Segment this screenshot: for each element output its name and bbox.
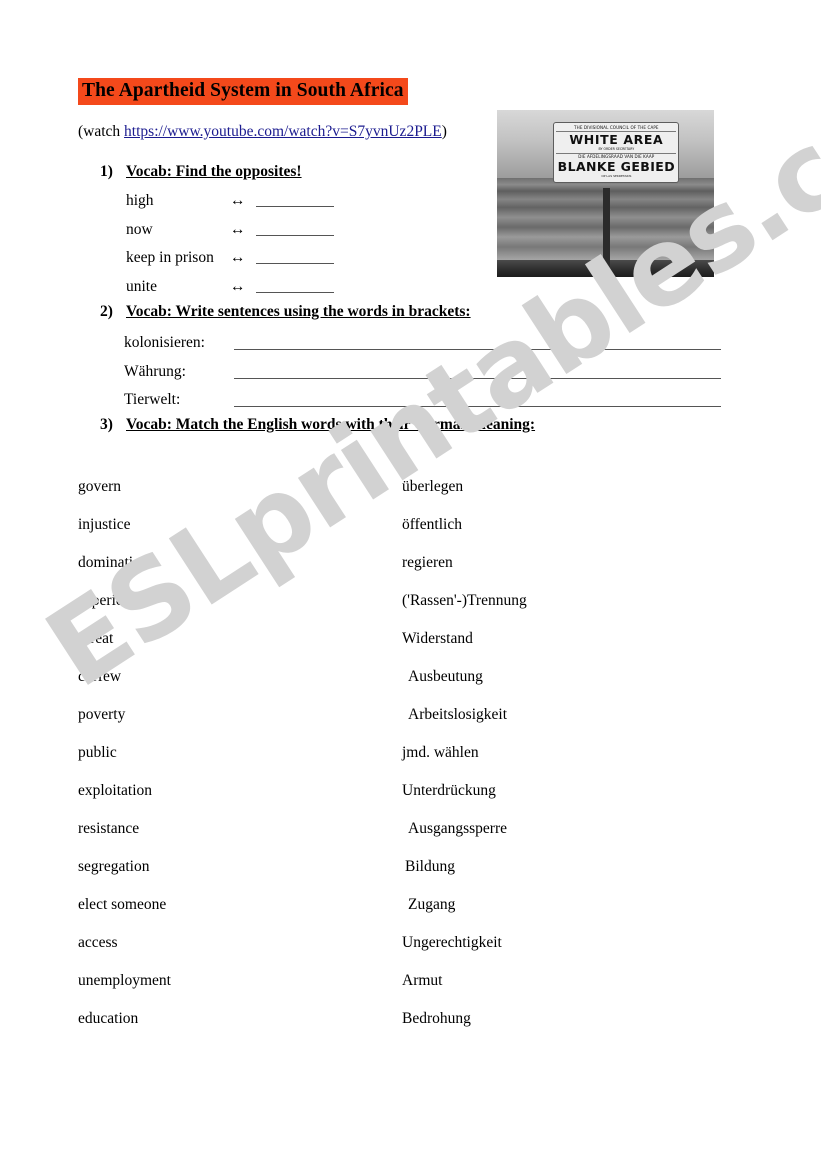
sentence-blank-input[interactable] <box>234 360 721 379</box>
match-english-word[interactable]: poverty <box>78 707 125 723</box>
match-german-word[interactable]: Ausbeutung <box>408 669 483 685</box>
match-english-word[interactable]: public <box>78 745 117 761</box>
sign-line-2: WHITE AREA <box>569 132 664 148</box>
match-german-word[interactable]: Armut <box>402 973 442 989</box>
match-german-word[interactable]: Ungerechtigkeit <box>402 935 502 951</box>
match-english-word[interactable]: unemployment <box>78 973 171 989</box>
sentence-label: kolonisieren: <box>124 334 205 351</box>
match-english-word[interactable]: education <box>78 1011 138 1027</box>
sentence-label: Tierwelt: <box>124 391 181 408</box>
exercise-3-heading: 3) Vocab: Match the English words with th… <box>100 416 535 434</box>
sign-line-4-sub: OP LAS SEKRETARIS <box>601 173 632 178</box>
match-german-word[interactable]: regieren <box>402 555 453 571</box>
opposite-word: unite <box>126 278 157 295</box>
opposite-word: keep in prison <box>126 249 214 266</box>
match-german-word[interactable]: Ausgangssperre <box>408 821 507 837</box>
match-german-word[interactable]: Unterdrückung <box>402 783 496 799</box>
exercise-3-title: Vocab: Match the English words with thei… <box>126 416 536 433</box>
opposite-word: now <box>126 221 153 238</box>
double-arrow-icon: ↔ <box>230 278 246 295</box>
match-german-word[interactable]: Arbeitslosigkeit <box>408 707 507 723</box>
opposite-blank-input[interactable] <box>256 220 334 236</box>
watch-prefix: (watch <box>78 123 125 140</box>
match-english-word[interactable]: curfew <box>78 669 121 685</box>
worksheet-page: ESLprintables.com The Apartheid System i… <box>0 0 821 1161</box>
opposite-row: keep in prison ↔ <box>126 245 334 271</box>
match-german-word[interactable]: Bedrohung <box>402 1011 471 1027</box>
match-english-word[interactable]: domination <box>78 555 149 571</box>
opposite-row: now ↔ <box>126 217 334 243</box>
sentence-row: Tierwelt: <box>124 386 731 414</box>
opposite-blank-input[interactable] <box>256 277 334 293</box>
match-german-word[interactable]: öffentlich <box>402 517 462 533</box>
match-german-word[interactable]: überlegen <box>402 479 463 495</box>
exercise-1-title: Vocab: Find the opposites! <box>126 163 302 180</box>
double-arrow-icon: ↔ <box>230 249 246 266</box>
opposite-row: high ↔ <box>126 188 334 214</box>
match-english-word[interactable]: segregation <box>78 859 149 875</box>
photo-sign-board: THE DIVISIONAL COUNCIL OF THE CAPE WHITE… <box>553 121 680 183</box>
exercise-3-number: 3) <box>100 416 113 433</box>
sentence-label: Währung: <box>124 363 186 380</box>
apartheid-sign-photo: THE DIVISIONAL COUNCIL OF THE CAPE WHITE… <box>497 110 714 277</box>
sentence-blank-input[interactable] <box>234 388 721 407</box>
photo-sign-post <box>602 188 610 272</box>
exercise-2-heading: 2) Vocab: Write sentences using the words… <box>100 303 471 321</box>
match-german-word[interactable]: ('Rassen'-)Trennung <box>402 593 527 609</box>
match-german-word[interactable]: Zugang <box>408 897 455 913</box>
page-title: The Apartheid System in South Africa <box>78 78 408 106</box>
sign-line-1: THE DIVISIONAL COUNCIL OF THE CAPE <box>556 125 677 133</box>
opposite-blank-input[interactable] <box>256 191 334 207</box>
opposite-row: unite ↔ <box>126 274 334 300</box>
sign-line-4: BLANKE GEBIED <box>557 158 675 174</box>
match-german-word[interactable]: Widerstand <box>402 631 473 647</box>
match-english-word[interactable]: threat <box>78 631 113 647</box>
match-english-word[interactable]: superior <box>78 593 129 609</box>
video-link-line: (watch https://www.youtube.com/watch?v=S… <box>78 123 447 141</box>
match-german-word[interactable]: Bildung <box>405 859 455 875</box>
match-english-word[interactable]: elect someone <box>78 897 166 913</box>
youtube-link[interactable]: https://www.youtube.com/watch?v=S7yvnUz2… <box>124 123 442 140</box>
opposite-word: high <box>126 192 154 209</box>
sentence-row: Währung: <box>124 358 731 386</box>
double-arrow-icon: ↔ <box>230 192 246 209</box>
match-english-word[interactable]: exploitation <box>78 783 152 799</box>
match-english-word[interactable]: govern <box>78 479 121 495</box>
match-english-word[interactable]: injustice <box>78 517 131 533</box>
double-arrow-icon: ↔ <box>230 221 246 238</box>
match-english-word[interactable]: resistance <box>78 821 139 837</box>
page-title-text: The Apartheid System in South Africa <box>78 78 408 106</box>
sentence-row: kolonisieren: <box>124 329 731 357</box>
match-german-word[interactable]: jmd. wählen <box>402 745 479 761</box>
exercise-2-number: 2) <box>100 303 113 320</box>
exercise-2-title: Vocab: Write sentences using the words i… <box>126 303 471 320</box>
sentence-blank-input[interactable] <box>234 331 721 350</box>
watch-suffix: ) <box>441 123 447 140</box>
opposite-blank-input[interactable] <box>256 248 334 264</box>
match-english-word[interactable]: access <box>78 935 118 951</box>
exercise-1-heading: 1) Vocab: Find the opposites! <box>100 163 302 181</box>
exercise-1-number: 1) <box>100 163 113 180</box>
